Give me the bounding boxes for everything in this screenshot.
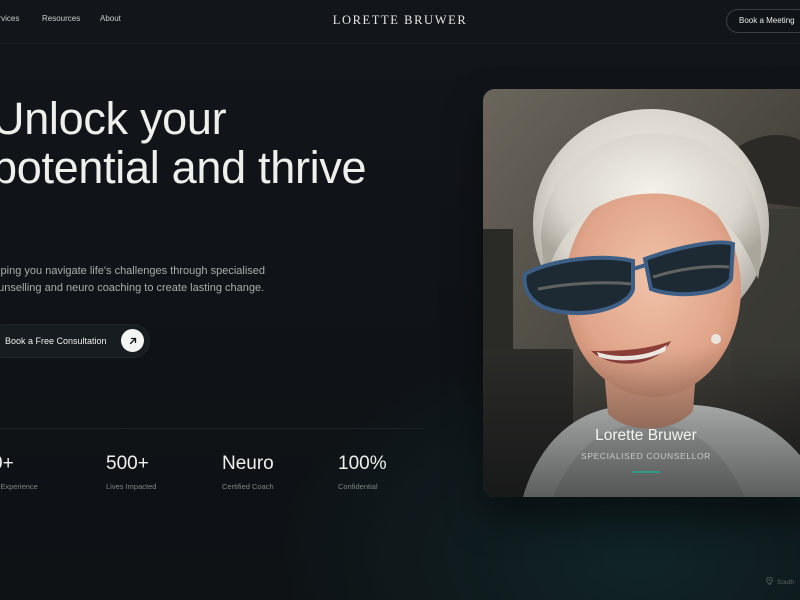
hero-description: elping you navigate life's challenges th… — [0, 263, 292, 297]
card-role: SPECIALISED COUNSELLOR — [581, 451, 711, 461]
hero-title-line: potential and thrive — [0, 142, 367, 193]
stat-label: rs Experience — [0, 482, 38, 491]
stat-lives: 500+ Lives Impacted — [106, 452, 156, 491]
card-accent-bar — [632, 471, 660, 473]
stat-value: 500+ — [106, 453, 149, 474]
map-pin-icon — [766, 576, 773, 587]
hero-description-line: elping you navigate life's challenges th… — [0, 265, 266, 277]
location-indicator: South — [766, 576, 794, 587]
portrait-card: Lorette Bruwer SPECIALISED COUNSELLOR — [483, 89, 800, 497]
book-meeting-button[interactable]: Book a Meeting — [726, 9, 800, 33]
stat-label: Lives Impacted — [106, 482, 157, 491]
stat-value: 0+ — [0, 453, 14, 474]
hero-title: Unlock your potential and thrive — [0, 93, 367, 193]
stats-divider — [0, 428, 424, 429]
nav-divider — [0, 43, 800, 44]
free-consultation-button[interactable]: Book a Free Consultation — [0, 324, 150, 358]
stat-value: Neuro — [222, 453, 274, 474]
stat-label: Confidential — [338, 482, 378, 491]
portrait-shade — [483, 347, 800, 497]
stat-neuro: Neuro Certified Coach — [222, 452, 274, 491]
stat-label: Certified Coach — [222, 482, 274, 491]
stat-value: 100% — [338, 453, 387, 474]
stat-experience: 0+ rs Experience — [0, 452, 38, 491]
brand-logo[interactable]: LORETTE BRUWER — [0, 13, 800, 28]
stat-confidential: 100% Confidential — [338, 452, 387, 491]
free-consultation-label: Book a Free Consultation — [5, 336, 107, 346]
arrow-up-right-icon — [121, 329, 144, 352]
hero-title-line: Unlock your — [0, 93, 227, 144]
landing-page: ervices Resources About LORETTE BRUWER B… — [0, 0, 800, 600]
hero-description-line: ounselling and neuro coaching to create … — [0, 282, 265, 294]
card-name: Lorette Bruwer — [595, 427, 697, 444]
location-text: South — [777, 578, 794, 586]
